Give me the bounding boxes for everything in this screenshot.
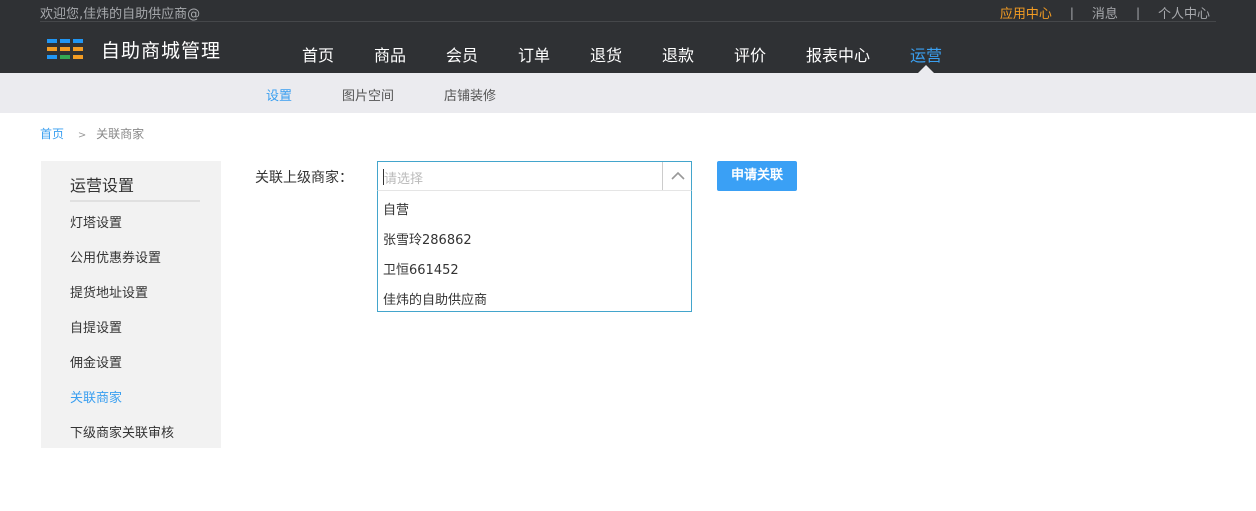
top-links: 应用中心 | 消息 | 个人中心 [1000,3,1210,23]
breadcrumb-current: 关联商家 [96,127,145,141]
nav-item-refunds[interactable]: 退款 [642,42,714,73]
separator: | [1069,5,1074,20]
sidebar-item-commission[interactable]: 佣金设置 [70,352,174,387]
sidebar-item-pickup-address[interactable]: 提货地址设置 [70,282,174,317]
subnav-image-space[interactable]: 图片空间 [342,85,394,104]
select-toggle[interactable] [662,162,691,190]
sidebar: 运营设置 灯塔设置 公用优惠券设置 提货地址设置 自提设置 佣金设置 关联商家 … [41,161,221,448]
nav-item-products[interactable]: 商品 [354,42,426,73]
messages-link[interactable]: 消息 [1092,3,1118,22]
top-strip: 欢迎您,佳炜的自助供应商@ 应用中心 | 消息 | 个人中心 [40,0,1216,22]
chevron-up-icon [671,171,685,180]
breadcrumb-arrow-icon: > [77,130,87,141]
nav-item-home[interactable]: 首页 [282,42,354,73]
main-nav: 首页 商品 会员 订单 退货 退款 评价 报表中心 运营 [282,42,962,73]
app-logo[interactable]: 自助商城管理 [47,36,221,63]
top-header: 欢迎您,佳炜的自助供应商@ 应用中心 | 消息 | 个人中心 自助商城管理 首页… [0,0,1256,73]
sidebar-title: 运营设置 [70,172,200,202]
breadcrumb: 首页 > 关联商家 [40,125,144,142]
grid-logo-icon [47,38,85,61]
app-center-link[interactable]: 应用中心 [1000,3,1052,22]
subnav-settings[interactable]: 设置 [266,85,292,104]
app-title: 自助商城管理 [101,40,222,62]
nav-item-reviews[interactable]: 评价 [714,42,786,73]
select-dropdown: 自营 张雪玲286862 卫恒661452 佳炜的自助供应商 [377,190,692,312]
personal-center-link[interactable]: 个人中心 [1158,3,1210,22]
parent-merchant-select[interactable]: 请选择 [377,161,692,191]
sidebar-item-lighthouse[interactable]: 灯塔设置 [70,212,174,247]
breadcrumb-home[interactable]: 首页 [40,127,64,141]
sidebar-item-linked-merchant[interactable]: 关联商家 [70,387,174,422]
dropdown-option[interactable]: 自营 [378,191,691,221]
parent-merchant-label: 关联上级商家： [255,170,353,186]
sub-nav: 设置 图片空间 店铺装修 [0,73,1256,113]
subnav-shop-decoration[interactable]: 店铺装修 [444,85,496,104]
nav-item-returns[interactable]: 退货 [570,42,642,73]
welcome-text: 欢迎您,佳炜的自助供应商@ [40,7,201,22]
nav-item-members[interactable]: 会员 [426,42,498,73]
nav-item-operations[interactable]: 运营 [890,42,962,73]
separator: | [1135,5,1140,20]
select-placeholder: 请选择 [384,172,424,187]
nav-item-reports[interactable]: 报表中心 [786,42,890,73]
nav-item-orders[interactable]: 订单 [498,42,570,73]
sidebar-item-sub-merchant-review[interactable]: 下级商家关联审核 [70,422,174,457]
sidebar-item-self-pickup[interactable]: 自提设置 [70,317,174,352]
dropdown-option[interactable]: 卫恒661452 [378,251,691,281]
apply-link-button[interactable]: 申请关联 [717,161,797,191]
dropdown-option[interactable]: 佳炜的自助供应商 [378,281,691,311]
sidebar-item-public-coupon[interactable]: 公用优惠券设置 [70,247,174,282]
dropdown-option[interactable]: 张雪玲286862 [378,221,691,251]
